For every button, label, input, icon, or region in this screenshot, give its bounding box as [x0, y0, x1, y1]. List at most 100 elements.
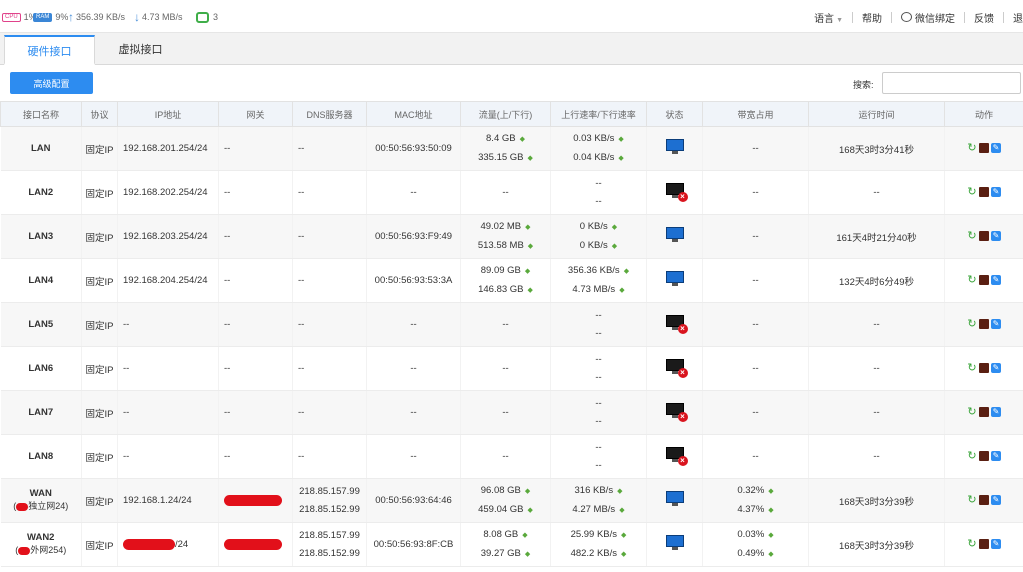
monitor-icon[interactable]: [979, 451, 989, 462]
column-header: 网关: [218, 101, 293, 127]
rate-down: --: [595, 415, 602, 427]
interface-name: WAN (独立网24): [0, 478, 82, 523]
device-icon: [196, 11, 209, 23]
monitor-icon[interactable]: [979, 319, 989, 330]
refresh-icon[interactable]: ↻: [967, 451, 977, 462]
edit-icon[interactable]: ✎: [991, 143, 1001, 154]
edit-icon[interactable]: ✎: [991, 275, 1001, 286]
up-arrow-icon: ◆: [527, 154, 533, 162]
upload-stat: ↑ 356.39 KB/s: [68, 9, 125, 25]
refresh-icon[interactable]: ↻: [967, 143, 977, 154]
mac-address: 00:50:56:93:8F:CB: [366, 522, 461, 567]
table-row: LAN 固定IP 192.168.201.254/24 -- -- 00:50:56:93…: [0, 126, 1023, 171]
edit-icon[interactable]: ✎: [991, 539, 1001, 550]
divider: [964, 11, 965, 23]
advanced-config-button[interactable]: 高级配置: [10, 72, 93, 94]
traffic: --: [460, 390, 551, 435]
uptime: --: [808, 434, 945, 479]
logout-link[interactable]: 退: [1013, 10, 1023, 25]
edit-icon[interactable]: ✎: [991, 187, 1001, 198]
refresh-icon[interactable]: ↻: [967, 495, 977, 506]
refresh-icon[interactable]: ↻: [967, 275, 977, 286]
wechat-bind-link[interactable]: 微信绑定: [901, 10, 955, 25]
up-arrow-icon: ◆: [522, 531, 528, 539]
edit-icon[interactable]: ✎: [991, 363, 1001, 374]
edit-icon[interactable]: ✎: [991, 495, 1001, 506]
rate-up: --: [595, 309, 602, 321]
up-arrow-icon: ◆: [524, 267, 531, 275]
bandwidth-usage: --: [702, 214, 809, 259]
edit-icon[interactable]: ✎: [991, 319, 1001, 330]
rate-down: 4.27 MB/s: [572, 503, 616, 515]
protocol: 固定IP: [81, 390, 118, 435]
tab-hardware[interactable]: 硬件接口: [4, 35, 95, 65]
rate-up: 0 KB/s: [579, 220, 608, 232]
monitor-icon[interactable]: [979, 231, 989, 242]
language-menu[interactable]: 语言 ▼: [814, 10, 843, 25]
mac-address: --: [366, 170, 461, 215]
refresh-icon[interactable]: ↻: [967, 407, 977, 418]
ip-address: --: [117, 302, 219, 347]
search-input[interactable]: [882, 72, 1021, 94]
disconnected-monitor-icon: ×: [665, 183, 688, 202]
actions: ↻ ✎: [944, 302, 1023, 347]
up-arrow-icon: ◆: [527, 286, 533, 294]
link-status: ×: [646, 170, 703, 215]
monitor-icon[interactable]: [979, 275, 989, 286]
actions: ↻ ✎: [944, 170, 1023, 215]
refresh-icon[interactable]: ↻: [967, 187, 977, 198]
uptime: --: [808, 346, 945, 391]
interface-name: LAN2: [0, 170, 82, 215]
up-arrow-icon: ◆: [611, 223, 618, 231]
ip-address: --: [117, 390, 219, 435]
up-arrow-icon: ◆: [524, 550, 531, 558]
ip-suffix: /24: [175, 539, 189, 550]
traffic: 49.02 MB ◆ 513.58 MB ◆: [460, 214, 551, 259]
actions: ↻ ✎: [944, 434, 1023, 479]
help-link[interactable]: 帮助: [862, 10, 882, 25]
refresh-icon[interactable]: ↻: [967, 539, 977, 550]
ip-address: 192.168.202.254/24: [117, 170, 219, 215]
divider: [891, 11, 892, 23]
up-arrow-icon: ◆: [617, 487, 623, 495]
edit-icon[interactable]: ✎: [991, 451, 1001, 462]
bandwidth-usage: --: [702, 390, 809, 435]
protocol: 固定IP: [81, 126, 118, 171]
monitor-icon[interactable]: [979, 187, 989, 198]
gateway: --: [218, 346, 293, 391]
monitor-icon[interactable]: [979, 363, 989, 374]
up-arrow-icon: ◆: [527, 242, 534, 250]
up-arrow-icon: ◆: [611, 242, 618, 250]
refresh-icon[interactable]: ↻: [967, 363, 977, 374]
ram-icon: RAM: [33, 12, 53, 22]
interface-name: LAN7: [0, 390, 82, 435]
refresh-icon[interactable]: ↻: [967, 231, 977, 242]
divider: [1003, 11, 1004, 23]
actions: ↻ ✎: [944, 214, 1023, 259]
dns-servers: --: [292, 258, 367, 303]
connected-monitor-icon: [665, 535, 684, 551]
monitor-icon[interactable]: [979, 495, 989, 506]
ram-stat: RAM 9%: [33, 9, 68, 25]
rate-up: 316 KB/s: [574, 484, 614, 496]
link-status: ×: [646, 434, 703, 479]
download-arrow-icon: ↓: [134, 10, 140, 24]
traffic-up: 8.4 GB: [486, 132, 516, 144]
bandwidth-usage: --: [702, 170, 809, 215]
monitor-icon[interactable]: [979, 407, 989, 418]
edit-icon[interactable]: ✎: [991, 231, 1001, 242]
edit-icon[interactable]: ✎: [991, 407, 1001, 418]
feedback-link[interactable]: 反馈: [974, 10, 994, 25]
monitor-icon[interactable]: [979, 539, 989, 550]
monitor-icon[interactable]: [979, 143, 989, 154]
disconnected-monitor-icon: ×: [665, 359, 688, 378]
table-body: LAN 固定IP 192.168.201.254/24 -- -- 00:50:56:93…: [0, 126, 1023, 567]
refresh-icon[interactable]: ↻: [967, 319, 977, 330]
up-arrow-icon: ◆: [527, 506, 533, 514]
up-arrow-icon: ◆: [768, 487, 774, 495]
tab-virtual[interactable]: 虚拟接口: [95, 35, 186, 65]
rate-up: --: [595, 177, 602, 189]
rate-down: --: [595, 459, 602, 471]
traffic-up: 49.02 MB: [480, 220, 522, 232]
ram-value: 9%: [55, 12, 69, 22]
